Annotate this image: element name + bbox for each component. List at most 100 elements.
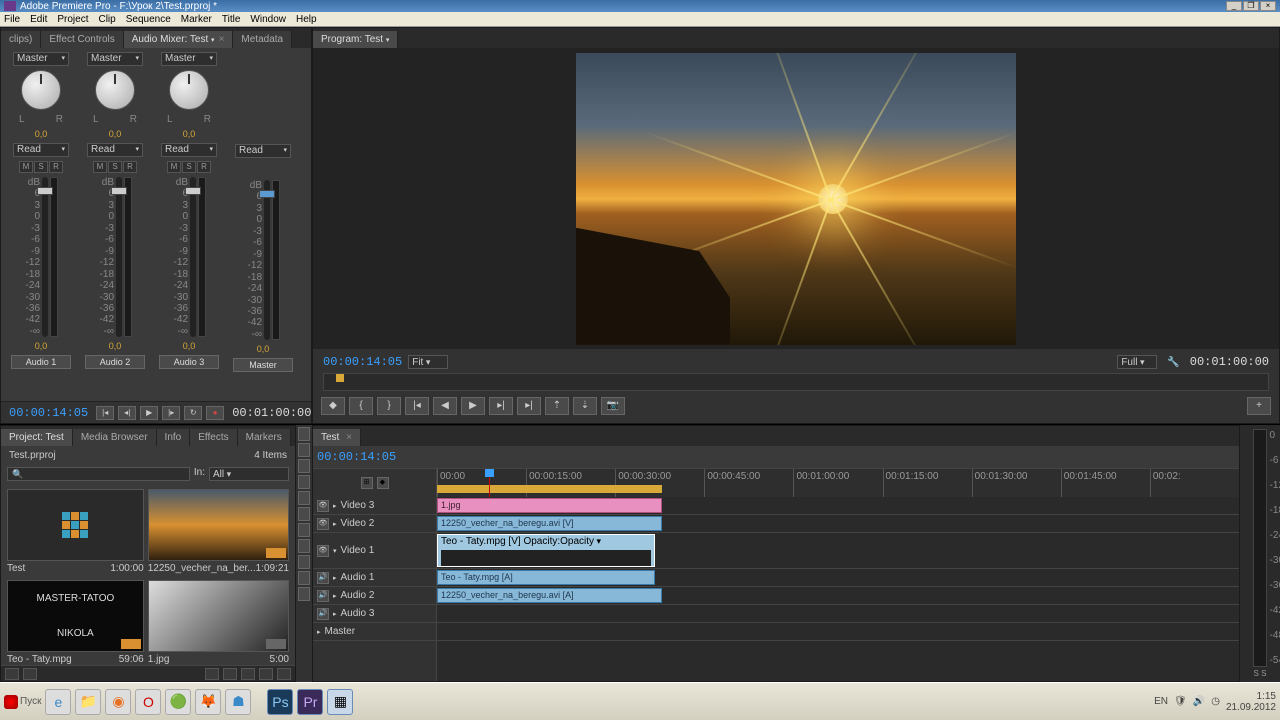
tab-effects[interactable]: Effects: [190, 429, 237, 446]
play-button[interactable]: ▶: [140, 406, 158, 420]
tab-metadata[interactable]: Metadata: [233, 31, 292, 48]
taskbar-opera-icon[interactable]: O: [135, 689, 161, 715]
menu-edit[interactable]: Edit: [30, 14, 47, 25]
menu-marker[interactable]: Marker: [181, 14, 212, 25]
find-button[interactable]: [223, 668, 237, 680]
mixer-timecode-in[interactable]: 00:00:14:05: [9, 406, 88, 420]
taskbar-firefox-icon[interactable]: 🦊: [195, 689, 221, 715]
zoom-tool[interactable]: [298, 587, 310, 601]
export-frame-button[interactable]: 📷: [601, 397, 625, 415]
add-marker-button[interactable]: ◆: [321, 397, 345, 415]
ripple-tool[interactable]: [298, 459, 310, 473]
r-button[interactable]: R: [197, 161, 211, 173]
track-head-a1[interactable]: 🔊▸Audio 1: [313, 569, 436, 587]
volume-fader[interactable]: [116, 177, 122, 337]
clip-v3[interactable]: 1.jpg: [437, 498, 662, 513]
tray-icon[interactable]: 🛡: [1174, 696, 1187, 707]
step-back-button[interactable]: ◂|: [118, 406, 136, 420]
track-head-a3[interactable]: 🔊▸Audio 3: [313, 605, 436, 623]
clip-v1[interactable]: Teo - Taty.mpg [V] Opacity:Opacity ▾: [437, 534, 655, 567]
hand-tool[interactable]: [298, 571, 310, 585]
tab-source-clips[interactable]: clips): [1, 31, 41, 48]
loop-button[interactable]: ↻: [184, 406, 202, 420]
volume-fader[interactable]: [190, 177, 196, 337]
snap-button[interactable]: ⊞: [361, 477, 373, 489]
pen-tool[interactable]: [298, 555, 310, 569]
s-button[interactable]: S: [182, 161, 196, 173]
goto-in-button[interactable]: |◂: [405, 397, 429, 415]
volume-fader[interactable]: [264, 180, 270, 340]
lift-button[interactable]: ⇡: [545, 397, 569, 415]
tab-audio-mixer[interactable]: Audio Mixer: Test ▾×: [124, 31, 234, 48]
tab-media-browser[interactable]: Media Browser: [73, 429, 157, 446]
tab-info[interactable]: Info: [157, 429, 191, 446]
tab-project[interactable]: Project: Test: [1, 429, 73, 446]
zoom-fit-dropdown[interactable]: Fit ▾: [408, 355, 448, 369]
record-button[interactable]: ●: [206, 406, 224, 420]
r-button[interactable]: R: [123, 161, 137, 173]
resolution-dropdown[interactable]: Full ▾: [1117, 355, 1157, 369]
automate-button[interactable]: [205, 668, 219, 680]
tab-markers[interactable]: Markers: [238, 429, 291, 446]
minimize-button[interactable]: _: [1226, 1, 1242, 11]
bin-item-video2[interactable]: MASTER-TATOONIKOLA Teo - Taty.mpg59:06: [7, 580, 144, 665]
bin-item-video1[interactable]: 12250_vecher_na_ber...1:09:21: [148, 489, 289, 576]
tab-program[interactable]: Program: Test ▾: [313, 31, 398, 48]
automation-dropdown[interactable]: Read▾: [161, 143, 217, 157]
track-head-a2[interactable]: 🔊▸Audio 2: [313, 587, 436, 605]
taskbar-premiere[interactable]: Pr: [297, 689, 323, 715]
maximize-button[interactable]: ❐: [1243, 1, 1259, 11]
wrench-icon[interactable]: 🔧: [1167, 357, 1179, 368]
pan-knob[interactable]: [21, 70, 61, 110]
time-ruler[interactable]: 00:0000:00:15:00 00:00:30:0000:00:45:00 …: [437, 469, 1239, 497]
menu-help[interactable]: Help: [296, 14, 317, 25]
menu-project[interactable]: Project: [57, 14, 88, 25]
menu-clip[interactable]: Clip: [98, 14, 115, 25]
taskbar-unknown-icon[interactable]: ☗: [225, 689, 251, 715]
track-select-tool[interactable]: [298, 443, 310, 457]
rate-stretch-tool[interactable]: [298, 491, 310, 505]
new-item-button[interactable]: [259, 668, 273, 680]
slide-tool[interactable]: [298, 539, 310, 553]
m-button[interactable]: M: [93, 161, 107, 173]
automation-dropdown[interactable]: Read▾: [13, 143, 69, 157]
timeline-timecode[interactable]: 00:00:14:05: [317, 450, 396, 464]
bin-item-sequence[interactable]: Test1:00:00: [7, 489, 144, 576]
filter-dropdown[interactable]: All ▾: [209, 467, 289, 481]
output-dropdown[interactable]: Master▾: [13, 52, 69, 66]
taskbar-app[interactable]: ▦: [327, 689, 353, 715]
automation-dropdown[interactable]: Read▾: [235, 144, 291, 158]
tab-effect-controls[interactable]: Effect Controls: [41, 31, 123, 48]
menu-file[interactable]: File: [4, 14, 20, 25]
m-button[interactable]: M: [167, 161, 181, 173]
goto-in-button[interactable]: |◂: [96, 406, 114, 420]
menu-window[interactable]: Window: [250, 14, 286, 25]
pan-knob[interactable]: [95, 70, 135, 110]
automation-dropdown[interactable]: Read▾: [87, 143, 143, 157]
program-scrubber[interactable]: [323, 373, 1269, 391]
clip-a2[interactable]: 12250_vecher_na_beregu.avi [A]: [437, 588, 662, 603]
slip-tool[interactable]: [298, 523, 310, 537]
track-head-v3[interactable]: 👁▸Video 3: [313, 497, 436, 515]
menu-sequence[interactable]: Sequence: [126, 14, 171, 25]
selection-tool[interactable]: [298, 427, 310, 441]
extract-button[interactable]: ⇣: [573, 397, 597, 415]
r-button[interactable]: R: [49, 161, 63, 173]
step-fwd-button[interactable]: |▸: [162, 406, 180, 420]
m-button[interactable]: M: [19, 161, 33, 173]
output-dropdown[interactable]: Master▾: [161, 52, 217, 66]
close-button[interactable]: ×: [1260, 1, 1276, 11]
step-back-button[interactable]: ◀: [433, 397, 457, 415]
play-button[interactable]: ▶: [461, 397, 485, 415]
search-input[interactable]: [7, 467, 190, 481]
goto-out-button[interactable]: ▸|: [517, 397, 541, 415]
taskbar-explorer-icon[interactable]: 📁: [75, 689, 101, 715]
mark-out-button[interactable]: }: [377, 397, 401, 415]
program-preview[interactable]: [576, 53, 1016, 345]
volume-fader[interactable]: [42, 177, 48, 337]
language-indicator[interactable]: EN: [1154, 696, 1168, 707]
new-bin-button[interactable]: [241, 668, 255, 680]
list-view-button[interactable]: [5, 668, 19, 680]
program-timecode[interactable]: 00:00:14:05: [323, 355, 402, 369]
clip-v2[interactable]: 12250_vecher_na_beregu.avi [V]: [437, 516, 662, 531]
